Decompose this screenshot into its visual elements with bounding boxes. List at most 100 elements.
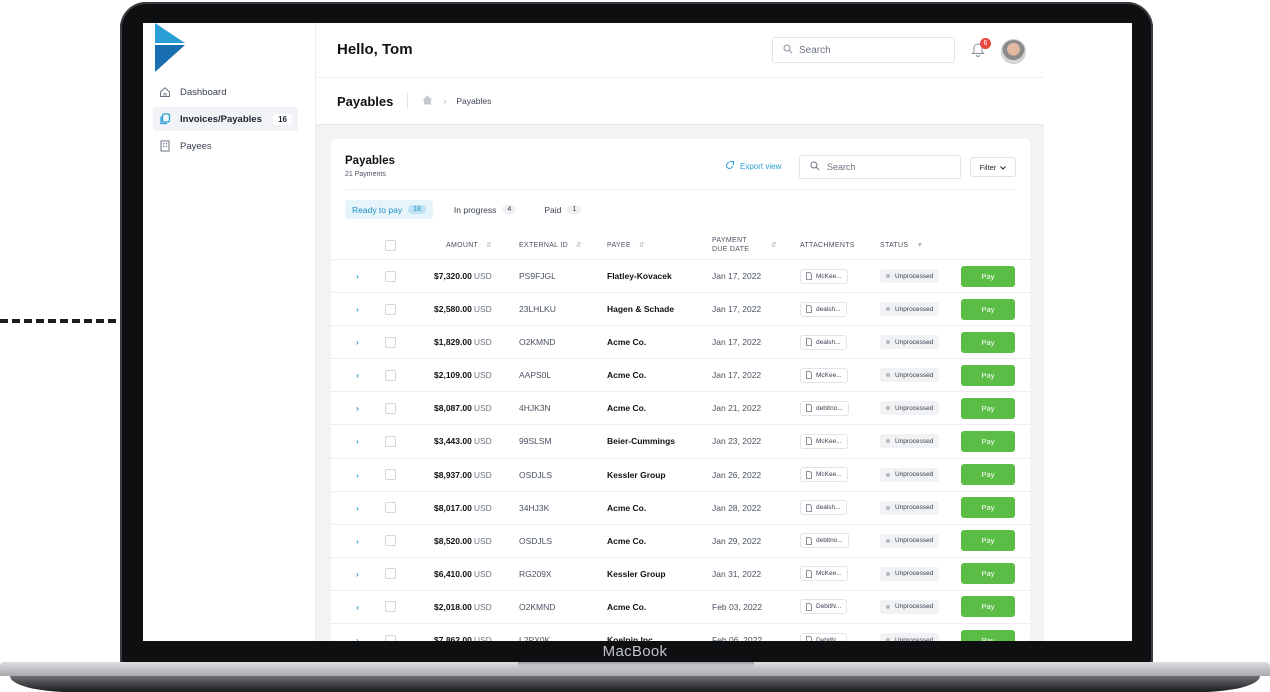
external-id: PS9FJGL <box>519 271 556 281</box>
status-badge: Unprocessed <box>880 260 940 292</box>
attachment-chip[interactable]: DebitN... <box>800 591 848 623</box>
column-payment-due-date[interactable]: PAYMENT DUE DATE <box>712 231 749 259</box>
pay-button-wrap: Pay <box>961 392 1015 424</box>
table-row[interactable]: › $2,109.00 USD AAPS0L Acme Co. Jan 17, 2022 M… <box>331 358 1030 391</box>
expand-chevron-icon[interactable]: › <box>356 624 359 641</box>
table-row[interactable]: › $1,829.00 USD O2KMND Acme Co. Jan 17, 2022 d… <box>331 325 1030 358</box>
pay-button[interactable]: Pay <box>961 464 1015 486</box>
column-amount[interactable]: AMOUNT ⇵ <box>446 231 492 259</box>
row-checkbox[interactable] <box>385 425 396 457</box>
column-external-id[interactable]: EXTERNAL ID ⇵ <box>519 231 582 259</box>
expand-chevron-icon[interactable]: › <box>356 260 359 292</box>
row-checkbox[interactable] <box>385 293 396 325</box>
amount-cell: $2,109.00 USD <box>434 359 492 391</box>
app-logo[interactable] <box>155 23 185 73</box>
home-icon[interactable] <box>422 92 433 110</box>
table-row[interactable]: › $8,017.00 USD 34HJ3K Acme Co. Jan 28, 2022 d… <box>331 490 1030 524</box>
attachment-chip[interactable]: dealsh... <box>800 326 847 358</box>
expand-chevron-icon[interactable]: › <box>356 392 359 424</box>
row-checkbox[interactable] <box>385 624 396 641</box>
row-checkbox[interactable] <box>385 591 396 623</box>
external-id: L2PX0K <box>519 635 551 641</box>
pay-button[interactable]: Pay <box>961 530 1015 552</box>
sort-icon[interactable]: ⇵ <box>771 231 777 259</box>
attachment-chip[interactable]: McKee... <box>800 260 848 292</box>
amount-cell: $8,520.00 USD <box>434 525 492 557</box>
table-row[interactable]: › $7,320.00 USD PS9FJGL Flatley-Kovacek Jan 1… <box>331 259 1030 292</box>
payee-name: Acme Co. <box>607 502 647 513</box>
attachment-chip[interactable]: DebitN... <box>800 624 848 641</box>
sidebar: Dashboard Invoices/Payables 16 Payees <box>143 23 316 641</box>
payee-name: Acme Co. <box>607 403 647 414</box>
row-checkbox[interactable] <box>385 326 396 358</box>
table-row[interactable]: › $3,443.00 USD 99SLSM Beier-Cummings Jan 23,… <box>331 424 1030 457</box>
attachment-chip[interactable]: dealsh... <box>800 492 847 524</box>
table-row[interactable]: › $2,580.00 USD 23LHLKU Hagen & Schade Jan 17… <box>331 292 1030 325</box>
attachment-chip[interactable]: debitno... <box>800 525 849 557</box>
sort-icon: ⇵ <box>638 242 645 249</box>
row-checkbox[interactable] <box>385 459 396 491</box>
attachment-chip[interactable]: debitno... <box>800 392 849 424</box>
filter-dropdown[interactable]: Filter <box>970 157 1016 177</box>
export-view-button[interactable]: Export view <box>725 161 781 172</box>
attachment-chip[interactable]: McKee... <box>800 359 848 391</box>
pay-button[interactable]: Pay <box>961 629 1015 641</box>
attachment-chip[interactable]: McKee... <box>800 425 848 457</box>
expand-chevron-icon[interactable]: › <box>356 326 359 358</box>
expand-chevron-icon[interactable]: › <box>356 359 359 391</box>
row-checkbox[interactable] <box>385 492 396 524</box>
pay-button[interactable]: Pay <box>961 397 1015 419</box>
table-row[interactable]: › $7,862.00 USD L2PX0K Koelpin Inc Feb 06, 20… <box>331 623 1030 641</box>
file-icon <box>806 470 812 479</box>
tab-in-progress[interactable]: In progress 4 <box>447 200 523 219</box>
row-checkbox[interactable] <box>385 392 396 424</box>
attachment-chip[interactable]: McKee... <box>800 558 848 590</box>
row-checkbox[interactable] <box>385 359 396 391</box>
sidebar-item-dashboard[interactable]: Dashboard <box>153 80 298 104</box>
file-icon <box>806 636 812 641</box>
tab-ready-to-pay[interactable]: Ready to pay 18 <box>345 200 433 219</box>
expand-chevron-icon[interactable]: › <box>356 459 359 491</box>
row-checkbox[interactable] <box>385 525 396 557</box>
pay-button[interactable]: Pay <box>961 298 1015 320</box>
expand-chevron-icon[interactable]: › <box>356 293 359 325</box>
breadcrumb-current[interactable]: Payables <box>456 96 491 106</box>
row-checkbox[interactable] <box>385 558 396 590</box>
expand-chevron-icon[interactable]: › <box>356 492 359 524</box>
amount-value: $6,410.00 <box>434 568 472 579</box>
header-search-input[interactable]: Search <box>772 37 955 63</box>
select-all-checkbox[interactable] <box>385 231 396 259</box>
sidebar-item-payees[interactable]: Payees <box>153 134 298 158</box>
sidebar-item-invoices-payables[interactable]: Invoices/Payables 16 <box>153 107 298 131</box>
pay-button[interactable]: Pay <box>961 497 1015 519</box>
table-row[interactable]: › $6,410.00 USD RG209X Kessler Group Jan 31, … <box>331 556 1030 590</box>
expand-chevron-icon[interactable]: › <box>356 558 359 590</box>
table-row[interactable]: › $8,087.00 USD 4HJK3N Acme Co. Jan 21, 2022 d… <box>331 391 1030 424</box>
file-icon <box>806 404 812 413</box>
pay-button[interactable]: Pay <box>961 563 1015 585</box>
tab-label: Ready to pay <box>352 204 403 215</box>
table-row[interactable]: › $8,937.00 USD OSDJLS Kessler Group Jan 26, … <box>331 457 1030 491</box>
table-row[interactable]: › $8,520.00 USD OSDJLS Acme Co. Jan 29, 2022 d… <box>331 523 1030 557</box>
file-icon <box>806 371 812 380</box>
tab-paid[interactable]: Paid 1 <box>537 200 588 219</box>
tab-label: In progress <box>453 204 497 215</box>
expand-chevron-icon[interactable]: › <box>356 525 359 557</box>
row-checkbox[interactable] <box>385 260 396 292</box>
pay-button[interactable]: Pay <box>961 265 1015 287</box>
avatar[interactable] <box>1001 39 1026 64</box>
amount-cell: $1,829.00 USD <box>434 326 492 358</box>
attachment-chip[interactable]: dealsh... <box>800 293 847 325</box>
expand-chevron-icon[interactable]: › <box>356 425 359 457</box>
expand-chevron-icon[interactable]: › <box>356 591 359 623</box>
pay-button[interactable]: Pay <box>961 331 1015 353</box>
attachment-chip[interactable]: McKee... <box>800 459 848 491</box>
tab-count: 4 <box>502 205 517 214</box>
table-search-input[interactable]: Search <box>799 155 961 179</box>
pay-button[interactable]: Pay <box>961 364 1015 386</box>
table-row[interactable]: › $2,018.00 USD O2KMND Acme Co. Feb 03, 2022 D… <box>331 589 1030 623</box>
pay-button[interactable]: Pay <box>961 596 1015 618</box>
column-payee[interactable]: PAYEE ⇵ <box>607 231 645 259</box>
pay-button[interactable]: Pay <box>961 430 1015 452</box>
column-status[interactable]: STATUS ▼ <box>880 231 924 259</box>
